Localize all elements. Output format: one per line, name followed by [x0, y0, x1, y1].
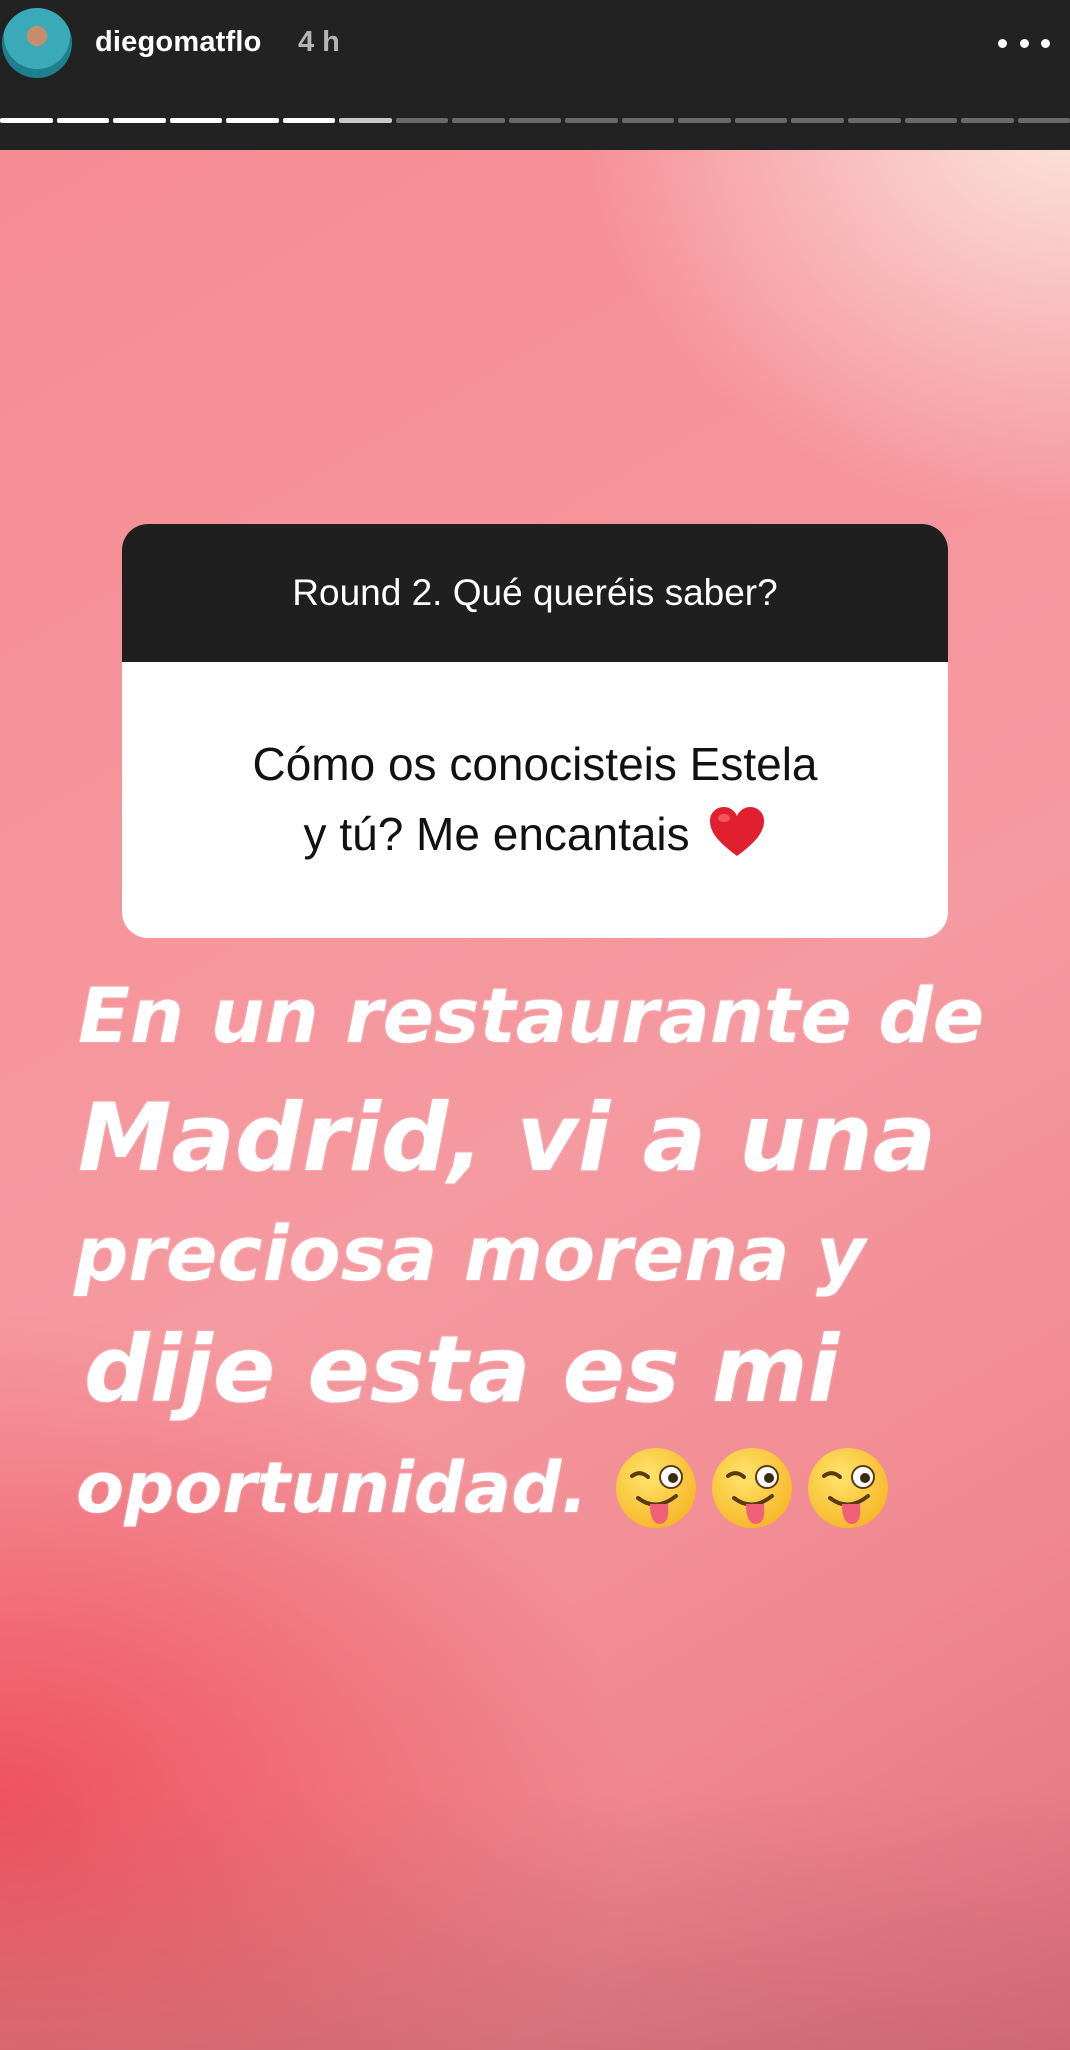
progress-segment	[508, 118, 562, 123]
progress-segment	[734, 118, 788, 123]
story-progress-bar	[0, 118, 1070, 124]
question-answer-line-2: y tú? Me encantais	[303, 808, 690, 860]
profile-avatar[interactable]	[2, 8, 72, 78]
question-answer-line-2-wrap: y tú? Me encantais	[304, 800, 767, 870]
progress-segment	[0, 118, 53, 123]
progress-segment	[169, 118, 223, 123]
question-answer-line-1: Cómo os conocisteis Estela	[252, 738, 818, 791]
story-view[interactable]: diegomatflo 4 h Round 2. Qué queréis sab…	[0, 0, 1070, 2050]
emoji-group	[614, 1446, 890, 1530]
reply-line-1: En un restaurante de	[78, 971, 985, 1060]
progress-segment	[678, 118, 731, 123]
progress-segment	[904, 118, 958, 123]
progress-segment	[113, 118, 166, 123]
progress-segment	[452, 118, 505, 123]
question-prompt: Round 2. Qué queréis saber?	[122, 524, 948, 662]
question-answer: Cómo os conocisteis Estela y tú? Me enca…	[122, 662, 948, 938]
progress-segment	[395, 118, 449, 123]
reply-line-3: preciosa morena y	[74, 1209, 866, 1298]
progress-segment	[56, 118, 110, 123]
winking-face-with-tongue-icon	[807, 1448, 888, 1528]
story-text-overlay: En un restaurante de Madrid, vi a una pr…	[70, 978, 1030, 1530]
username[interactable]: diegomatflo	[95, 26, 262, 59]
progress-segment	[621, 118, 675, 123]
post-timestamp: 4 h	[298, 26, 340, 58]
question-sticker[interactable]: Round 2. Qué queréis saber? Cómo os cono…	[122, 524, 948, 938]
progress-segment	[282, 118, 336, 123]
progress-segment	[1017, 118, 1070, 123]
progress-segment	[847, 118, 901, 123]
story-header: diegomatflo 4 h	[0, 0, 1070, 150]
winking-face-with-tongue-icon	[711, 1448, 792, 1528]
reply-line-2: Madrid, vi a una	[78, 1084, 937, 1193]
more-options-icon[interactable]	[998, 30, 1050, 56]
progress-segment	[226, 118, 279, 123]
progress-segment	[339, 118, 392, 123]
progress-segment	[791, 118, 844, 123]
reply-line-4: dije esta es mi	[84, 1316, 840, 1423]
heart-icon	[710, 807, 765, 856]
progress-segment	[961, 118, 1014, 123]
reply-line-5: oportunidad.	[76, 1447, 588, 1529]
progress-segment	[565, 118, 618, 123]
winking-face-with-tongue-icon	[615, 1448, 696, 1528]
reply-line-5-wrap: oportunidad.	[76, 1446, 1030, 1530]
